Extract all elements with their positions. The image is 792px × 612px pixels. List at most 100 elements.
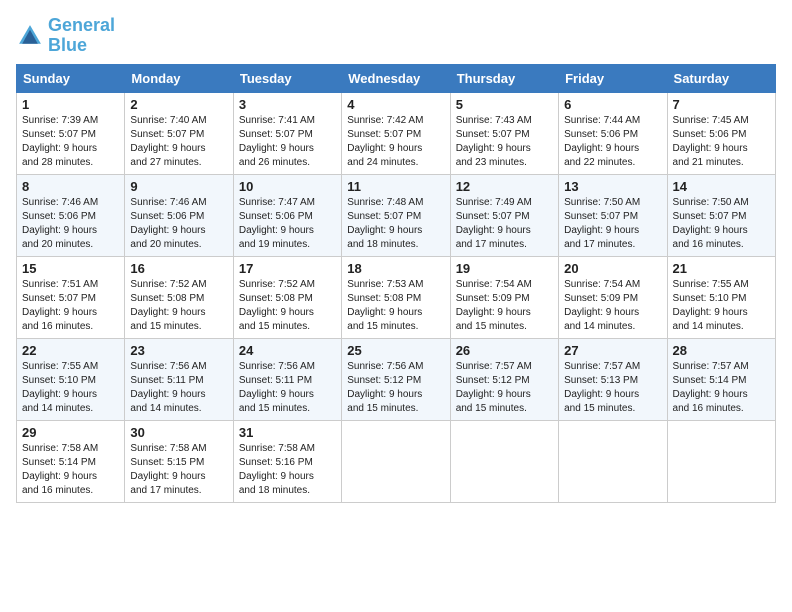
day-info: Sunrise: 7:54 AM Sunset: 5:09 PM Dayligh… xyxy=(564,278,661,334)
calendar-cell: 3 Sunrise: 7:41 AM Sunset: 5:07 PM Daylig… xyxy=(233,92,341,174)
day-number: 17 xyxy=(239,261,336,276)
calendar-cell: 15 Sunrise: 7:51 AM Sunset: 5:07 PM Dayli… xyxy=(17,256,125,338)
day-info: Sunrise: 7:46 AM Sunset: 5:06 PM Dayligh… xyxy=(130,196,227,252)
day-number: 4 xyxy=(347,97,444,112)
day-number: 1 xyxy=(22,97,119,112)
day-info: Sunrise: 7:45 AM Sunset: 5:06 PM Dayligh… xyxy=(673,114,770,170)
day-info: Sunrise: 7:52 AM Sunset: 5:08 PM Dayligh… xyxy=(239,278,336,334)
day-info: Sunrise: 7:46 AM Sunset: 5:06 PM Dayligh… xyxy=(22,196,119,252)
weekday-header: Monday xyxy=(125,64,233,92)
day-number: 19 xyxy=(456,261,553,276)
day-info: Sunrise: 7:39 AM Sunset: 5:07 PM Dayligh… xyxy=(22,114,119,170)
day-info: Sunrise: 7:57 AM Sunset: 5:13 PM Dayligh… xyxy=(564,360,661,416)
calendar-cell: 16 Sunrise: 7:52 AM Sunset: 5:08 PM Dayli… xyxy=(125,256,233,338)
day-number: 31 xyxy=(239,425,336,440)
day-number: 5 xyxy=(456,97,553,112)
day-number: 2 xyxy=(130,97,227,112)
calendar-week-row: 1 Sunrise: 7:39 AM Sunset: 5:07 PM Daylig… xyxy=(17,92,776,174)
day-number: 13 xyxy=(564,179,661,194)
calendar-cell: 30 Sunrise: 7:58 AM Sunset: 5:15 PM Dayli… xyxy=(125,420,233,502)
day-info: Sunrise: 7:56 AM Sunset: 5:11 PM Dayligh… xyxy=(130,360,227,416)
calendar-cell: 27 Sunrise: 7:57 AM Sunset: 5:13 PM Dayli… xyxy=(559,338,667,420)
calendar-cell: 18Sunrise: 7:53 AM Sunset: 5:08 PM Dayli… xyxy=(342,256,450,338)
calendar-cell: 1 Sunrise: 7:39 AM Sunset: 5:07 PM Daylig… xyxy=(17,92,125,174)
day-number: 23 xyxy=(130,343,227,358)
day-number: 18 xyxy=(347,261,444,276)
day-info: Sunrise: 7:58 AM Sunset: 5:14 PM Dayligh… xyxy=(22,442,119,498)
weekday-header: Tuesday xyxy=(233,64,341,92)
day-number: 16 xyxy=(130,261,227,276)
day-number: 6 xyxy=(564,97,661,112)
calendar-table: SundayMondayTuesdayWednesdayThursdayFrid… xyxy=(16,64,776,503)
day-number: 8 xyxy=(22,179,119,194)
day-number: 15 xyxy=(22,261,119,276)
calendar-cell: 2 Sunrise: 7:40 AM Sunset: 5:07 PM Daylig… xyxy=(125,92,233,174)
calendar-week-row: 15 Sunrise: 7:51 AM Sunset: 5:07 PM Dayli… xyxy=(17,256,776,338)
day-number: 9 xyxy=(130,179,227,194)
day-number: 27 xyxy=(564,343,661,358)
calendar-cell: 5Sunrise: 7:43 AM Sunset: 5:07 PM Daylig… xyxy=(450,92,558,174)
calendar-cell: 22Sunrise: 7:55 AM Sunset: 5:10 PM Dayli… xyxy=(17,338,125,420)
day-info: Sunrise: 7:44 AM Sunset: 5:06 PM Dayligh… xyxy=(564,114,661,170)
day-info: Sunrise: 7:56 AM Sunset: 5:11 PM Dayligh… xyxy=(239,360,336,416)
day-number: 20 xyxy=(564,261,661,276)
calendar-cell xyxy=(342,420,450,502)
calendar-cell: 10Sunrise: 7:47 AM Sunset: 5:06 PM Dayli… xyxy=(233,174,341,256)
day-number: 30 xyxy=(130,425,227,440)
day-number: 3 xyxy=(239,97,336,112)
weekday-header: Friday xyxy=(559,64,667,92)
weekday-header: Thursday xyxy=(450,64,558,92)
day-info: Sunrise: 7:42 AM Sunset: 5:07 PM Dayligh… xyxy=(347,114,444,170)
calendar-cell: 24 Sunrise: 7:56 AM Sunset: 5:11 PM Dayli… xyxy=(233,338,341,420)
calendar-cell: 20 Sunrise: 7:54 AM Sunset: 5:09 PM Dayli… xyxy=(559,256,667,338)
day-info: Sunrise: 7:49 AM Sunset: 5:07 PM Dayligh… xyxy=(456,196,553,252)
day-number: 11 xyxy=(347,179,444,194)
calendar-cell: 8 Sunrise: 7:46 AM Sunset: 5:06 PM Daylig… xyxy=(17,174,125,256)
day-info: Sunrise: 7:50 AM Sunset: 5:07 PM Dayligh… xyxy=(673,196,770,252)
logo-text: General Blue xyxy=(48,16,115,56)
calendar-cell: 12 Sunrise: 7:49 AM Sunset: 5:07 PM Dayli… xyxy=(450,174,558,256)
weekday-header: Wednesday xyxy=(342,64,450,92)
day-info: Sunrise: 7:50 AM Sunset: 5:07 PM Dayligh… xyxy=(564,196,661,252)
day-number: 28 xyxy=(673,343,770,358)
calendar-cell: 11 Sunrise: 7:48 AM Sunset: 5:07 PM Dayli… xyxy=(342,174,450,256)
day-number: 7 xyxy=(673,97,770,112)
day-info: Sunrise: 7:52 AM Sunset: 5:08 PM Dayligh… xyxy=(130,278,227,334)
calendar-cell: 21 Sunrise: 7:55 AM Sunset: 5:10 PM Dayli… xyxy=(667,256,775,338)
calendar-header: SundayMondayTuesdayWednesdayThursdayFrid… xyxy=(17,64,776,92)
calendar-week-row: 29 Sunrise: 7:58 AM Sunset: 5:14 PM Dayli… xyxy=(17,420,776,502)
day-info: Sunrise: 7:57 AM Sunset: 5:12 PM Dayligh… xyxy=(456,360,553,416)
day-info: Sunrise: 7:58 AM Sunset: 5:15 PM Dayligh… xyxy=(130,442,227,498)
calendar-week-row: 22Sunrise: 7:55 AM Sunset: 5:10 PM Dayli… xyxy=(17,338,776,420)
day-info: Sunrise: 7:47 AM Sunset: 5:06 PM Dayligh… xyxy=(239,196,336,252)
calendar-cell: 17 Sunrise: 7:52 AM Sunset: 5:08 PM Dayli… xyxy=(233,256,341,338)
day-info: Sunrise: 7:57 AM Sunset: 5:14 PM Dayligh… xyxy=(673,360,770,416)
calendar-cell xyxy=(450,420,558,502)
calendar-cell xyxy=(667,420,775,502)
day-number: 25 xyxy=(347,343,444,358)
calendar-cell: 19 Sunrise: 7:54 AM Sunset: 5:09 PM Dayli… xyxy=(450,256,558,338)
weekday-header: Sunday xyxy=(17,64,125,92)
day-info: Sunrise: 7:51 AM Sunset: 5:07 PM Dayligh… xyxy=(22,278,119,334)
day-number: 29 xyxy=(22,425,119,440)
calendar-cell: 7 Sunrise: 7:45 AM Sunset: 5:06 PM Daylig… xyxy=(667,92,775,174)
day-info: Sunrise: 7:48 AM Sunset: 5:07 PM Dayligh… xyxy=(347,196,444,252)
day-number: 21 xyxy=(673,261,770,276)
day-number: 14 xyxy=(673,179,770,194)
calendar-cell: 29 Sunrise: 7:58 AM Sunset: 5:14 PM Dayli… xyxy=(17,420,125,502)
day-info: Sunrise: 7:54 AM Sunset: 5:09 PM Dayligh… xyxy=(456,278,553,334)
day-number: 24 xyxy=(239,343,336,358)
calendar-cell: 9 Sunrise: 7:46 AM Sunset: 5:06 PM Daylig… xyxy=(125,174,233,256)
calendar-cell: 13 Sunrise: 7:50 AM Sunset: 5:07 PM Dayli… xyxy=(559,174,667,256)
day-number: 22 xyxy=(22,343,119,358)
day-info: Sunrise: 7:40 AM Sunset: 5:07 PM Dayligh… xyxy=(130,114,227,170)
page-header: General Blue xyxy=(16,16,776,56)
day-info: Sunrise: 7:55 AM Sunset: 5:10 PM Dayligh… xyxy=(673,278,770,334)
calendar-cell: 26Sunrise: 7:57 AM Sunset: 5:12 PM Dayli… xyxy=(450,338,558,420)
calendar-header-row: SundayMondayTuesdayWednesdayThursdayFrid… xyxy=(17,64,776,92)
day-number: 12 xyxy=(456,179,553,194)
weekday-header: Saturday xyxy=(667,64,775,92)
logo: General Blue xyxy=(16,16,115,56)
day-info: Sunrise: 7:58 AM Sunset: 5:16 PM Dayligh… xyxy=(239,442,336,498)
day-info: Sunrise: 7:41 AM Sunset: 5:07 PM Dayligh… xyxy=(239,114,336,170)
